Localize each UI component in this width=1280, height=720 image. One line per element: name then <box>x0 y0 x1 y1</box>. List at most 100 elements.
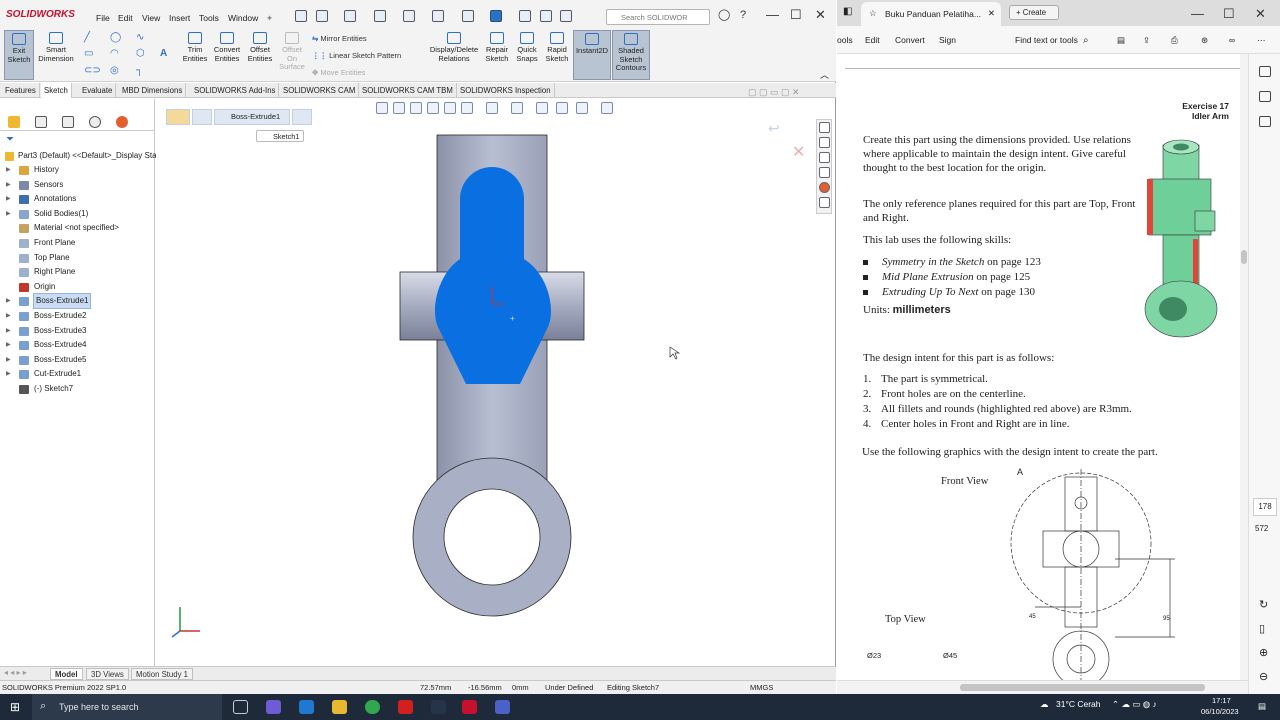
tree-item[interactable]: ▶ Sensors <box>0 178 155 192</box>
linear-pattern-button[interactable]: ⋮⋮ Linear Sketch Pattern <box>312 51 401 60</box>
pdf-hscroll-thumb[interactable] <box>960 684 1205 691</box>
tree-item[interactable]: Material <not specified> <box>0 221 155 235</box>
tab-scroll-arrows[interactable]: ◂ ◂ ▸ ▸ <box>4 668 27 677</box>
sign-menu[interactable]: Sign <box>939 35 956 45</box>
terminal-icon[interactable] <box>431 700 446 714</box>
display-manager-icon[interactable] <box>116 116 128 128</box>
tab-motion-study[interactable]: Motion Study 1 <box>131 668 194 680</box>
quick-snaps-button[interactable]: Quick Snaps <box>513 30 541 80</box>
link-icon[interactable]: ∞ <box>1229 35 1235 45</box>
tree-item[interactable]: ▶ Boss-Extrude1 <box>0 293 155 310</box>
teams-icon[interactable] <box>495 700 510 714</box>
tree-item[interactable]: ▶ Cut-Extrude1 <box>0 367 155 381</box>
spline-icon[interactable]: ∿ <box>136 33 148 43</box>
create-button[interactable]: + Create <box>1009 5 1059 20</box>
menu-insert[interactable]: Insert <box>169 13 190 23</box>
feature-tree-icon[interactable] <box>8 116 20 128</box>
pdf-vertical-scrollbar[interactable] <box>1240 54 1248 680</box>
expand-arrow-icon[interactable]: ▶ <box>6 178 11 192</box>
instant2d-button[interactable]: Instant2D <box>573 30 611 80</box>
move-entities-button[interactable]: ✥ Move Entities <box>312 68 365 77</box>
tab-sketch[interactable]: Sketch <box>41 83 72 98</box>
sw-resources-icon[interactable] <box>819 122 830 133</box>
menu-file[interactable]: File <box>96 13 110 23</box>
taskbar-search[interactable]: ⌕ Type here to search <box>32 694 222 720</box>
save-icon[interactable] <box>374 10 386 22</box>
tree-item[interactable]: Front Plane <box>0 236 155 250</box>
zoom-out-icon[interactable]: ⊖ <box>1259 670 1268 683</box>
pdf-close-button[interactable]: ✕ <box>1255 6 1266 22</box>
design-library-icon[interactable] <box>819 137 830 148</box>
pdf-tab[interactable]: ☆ Buku Panduan Pelatiha... ✕ <box>861 2 1001 26</box>
tree-item[interactable]: Top Plane <box>0 251 155 265</box>
offset-entities-button[interactable]: Offset Entities <box>245 30 275 80</box>
tab-close-icon[interactable]: ✕ <box>988 8 995 19</box>
acrobat-icon[interactable] <box>398 700 413 714</box>
rapid-sketch-button[interactable]: Rapid Sketch <box>543 30 571 80</box>
tab-cam[interactable]: SOLIDWORKS CAM <box>280 83 360 98</box>
more-icon[interactable]: ⋯ <box>1257 35 1266 46</box>
save-pdf-icon[interactable]: ▤ <box>1117 35 1125 46</box>
expand-arrow-icon[interactable]: ▶ <box>6 294 11 308</box>
circle-icon[interactable]: ◯ <box>110 33 122 43</box>
custom-properties-icon[interactable] <box>819 197 830 208</box>
view-palette-icon[interactable] <box>819 167 830 178</box>
tree-item[interactable]: ▶ Solid Bodies(1) <box>0 207 155 221</box>
ellipse-icon[interactable]: ◎ <box>110 66 122 76</box>
traffic-light-icon[interactable] <box>519 10 531 22</box>
tree-item[interactable]: ▶ Annotations <box>0 192 155 206</box>
dimxpert-icon[interactable] <box>89 116 101 128</box>
shaded-sketch-contours-button[interactable]: Shaded Sketch Contours <box>612 30 650 80</box>
weather-text[interactable]: 31°C Cerah <box>1056 699 1101 709</box>
windows-start-icon[interactable]: ⊞ <box>10 700 20 714</box>
upload-icon[interactable]: ⇪ <box>1143 35 1150 46</box>
find-text-field[interactable]: Find text or tools <box>1015 35 1078 45</box>
redo-icon[interactable] <box>462 10 474 22</box>
new-document-icon[interactable] <box>316 10 328 22</box>
tab-3d-views[interactable]: 3D Views <box>86 668 129 680</box>
offset-on-surface-button[interactable]: Offset On Surface <box>278 30 306 80</box>
slot-icon[interactable]: ⊂⊃ <box>84 66 101 76</box>
convert-menu[interactable]: Convert <box>895 35 925 45</box>
tree-item[interactable]: ▶ Boss-Extrude3 <box>0 324 155 338</box>
page-number-field[interactable]: 178 <box>1253 498 1277 516</box>
pdf-minimize-button[interactable]: — <box>1191 6 1204 21</box>
tree-item[interactable]: Origin <box>0 280 155 294</box>
file-explorer-app-icon[interactable] <box>332 700 347 714</box>
tab-mbd-dimensions[interactable]: MBD Dimensions <box>119 83 187 98</box>
tab-features[interactable]: Features <box>2 83 40 98</box>
fillet-icon[interactable]: ┐ <box>136 66 148 76</box>
task-view-icon[interactable] <box>233 700 248 714</box>
rectangle-icon[interactable]: ▭ <box>84 49 96 59</box>
mail-icon[interactable] <box>299 700 314 714</box>
tab-inspection[interactable]: SOLIDWORKS Inspection <box>457 83 555 98</box>
help-icon[interactable]: ? <box>740 8 746 22</box>
expand-arrow-icon[interactable]: ▶ <box>6 163 11 177</box>
file-explorer-icon[interactable] <box>819 152 830 163</box>
pdf-horizontal-scrollbar[interactable] <box>837 680 1248 694</box>
configuration-manager-icon[interactable] <box>62 116 74 128</box>
convert-entities-button[interactable]: Convert Entities <box>211 30 243 80</box>
grid-icon[interactable] <box>1259 116 1271 127</box>
notification-icon[interactable]: ▤ <box>1258 701 1266 712</box>
minimize-button[interactable]: — <box>766 8 779 22</box>
print-pdf-icon[interactable]: ⎙ <box>1171 35 1178 46</box>
select-icon[interactable] <box>490 10 502 22</box>
pdf-maximize-button[interactable]: ☐ <box>1223 6 1235 22</box>
tray-icons[interactable]: ⌃ ☁ ▭ ◍ ♪ <box>1112 699 1157 710</box>
exit-sketch-button[interactable]: Exit Sketch <box>4 30 34 80</box>
weather-icon[interactable]: ☁ <box>1040 699 1049 710</box>
zoom-in-icon[interactable]: ⊕ <box>1259 646 1268 659</box>
tab-evaluate[interactable]: Evaluate <box>79 83 117 98</box>
app-icon-1[interactable] <box>266 700 281 714</box>
tree-item[interactable]: Right Plane <box>0 265 155 279</box>
file-properties-icon[interactable] <box>540 10 552 22</box>
user-icon[interactable]: ◯ <box>718 8 730 22</box>
menu-window[interactable]: Window <box>228 13 258 23</box>
sidebar-toggle-icon[interactable]: ◧ <box>843 6 852 17</box>
tab-addins[interactable]: SOLIDWORKS Add-Ins <box>191 83 280 98</box>
collapse-ribbon-icon[interactable]: ︿ <box>820 68 829 81</box>
cancel-exit-icon[interactable]: ✕ <box>792 144 805 161</box>
mirror-entities-button[interactable]: ⇋ Mirror Entities <box>312 34 367 43</box>
close-button[interactable]: ✕ <box>815 8 826 22</box>
